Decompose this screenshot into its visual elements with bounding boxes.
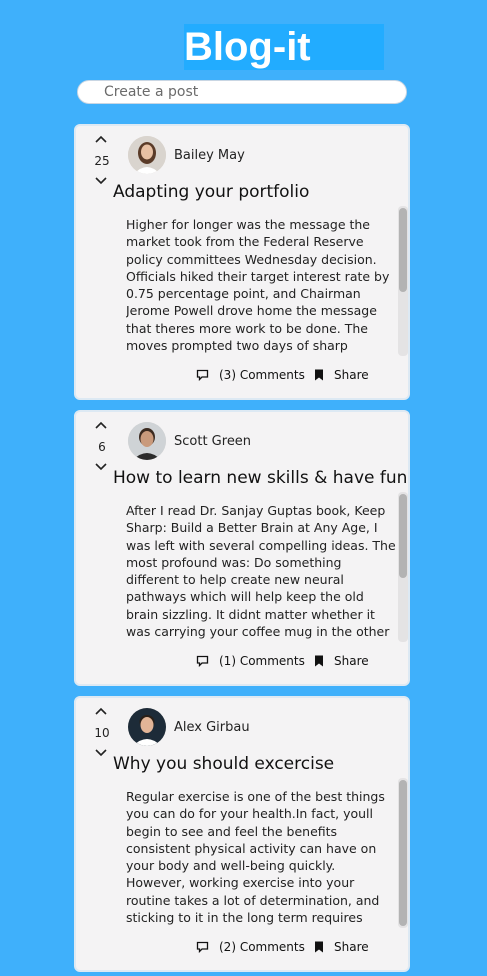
comment-icon	[196, 655, 209, 667]
comments-label: (1) Comments	[219, 654, 305, 668]
share-label: Share	[334, 654, 369, 668]
chevron-up-icon	[95, 707, 107, 715]
post-card: 10 Alex Girbau Why you should excercise …	[74, 696, 410, 972]
comments-button[interactable]: (3) Comments	[196, 368, 305, 382]
comment-icon	[196, 369, 209, 381]
avatar[interactable]	[128, 708, 166, 746]
bookmark-icon	[314, 369, 324, 381]
scrollbar-thumb[interactable]	[399, 780, 407, 926]
chevron-up-icon	[95, 421, 107, 429]
share-button[interactable]: Share	[314, 368, 369, 382]
post-card: 6 Scott Green How to learn new skills & …	[74, 410, 410, 686]
comments-label: (3) Comments	[219, 368, 305, 382]
chevron-down-icon	[95, 463, 107, 471]
create-post-input[interactable]	[77, 80, 407, 104]
share-label: Share	[334, 940, 369, 954]
comment-icon	[196, 941, 209, 953]
share-button[interactable]: Share	[314, 940, 369, 954]
site-title: Blog-it	[184, 25, 311, 69]
chevron-down-icon	[95, 749, 107, 757]
upvote-button[interactable]	[94, 420, 110, 432]
user-photo-icon	[128, 136, 166, 174]
author-name[interactable]: Scott Green	[174, 434, 251, 449]
bookmark-icon	[314, 655, 324, 667]
share-button[interactable]: Share	[314, 654, 369, 668]
upvote-button[interactable]	[94, 134, 110, 146]
user-photo-icon	[128, 422, 166, 460]
share-label: Share	[334, 368, 369, 382]
post-title[interactable]: How to learn new skills & have fun	[113, 468, 407, 488]
post-scrollbar[interactable]	[398, 206, 408, 356]
user-photo-icon	[128, 708, 166, 746]
vote-count: 6	[98, 440, 106, 454]
comments-label: (2) Comments	[219, 940, 305, 954]
site-header: Blog-it	[184, 24, 384, 70]
downvote-button[interactable]	[94, 462, 110, 474]
post-body: Regular exercise is one of the best thin…	[126, 789, 385, 928]
avatar[interactable]	[128, 422, 166, 460]
scrollbar-thumb[interactable]	[399, 494, 407, 578]
downvote-button[interactable]	[94, 748, 110, 760]
vote-count: 10	[94, 726, 110, 740]
post-body: Higher for longer was the message the ma…	[126, 217, 390, 354]
post-scrollbar[interactable]	[398, 778, 408, 928]
post-title[interactable]: Why you should excercise	[113, 754, 334, 774]
downvote-button[interactable]	[94, 176, 110, 188]
vote-count: 25	[94, 154, 110, 168]
chevron-up-icon	[95, 135, 107, 143]
upvote-button[interactable]	[94, 706, 110, 718]
author-name[interactable]: Alex Girbau	[174, 720, 250, 735]
comments-button[interactable]: (1) Comments	[196, 654, 305, 668]
post-title[interactable]: Adapting your portfolio	[113, 182, 309, 202]
bookmark-icon	[314, 941, 324, 953]
post-card: 25 Bailey May Adapting your portfolio Hi…	[74, 124, 410, 400]
chevron-down-icon	[95, 177, 107, 185]
author-name[interactable]: Bailey May	[174, 148, 245, 163]
comments-button[interactable]: (2) Comments	[196, 940, 305, 954]
post-body: After I read Dr. Sanjay Guptas book, Kee…	[126, 503, 396, 640]
avatar[interactable]	[128, 136, 166, 174]
scrollbar-thumb[interactable]	[399, 208, 407, 292]
post-scrollbar[interactable]	[398, 492, 408, 642]
